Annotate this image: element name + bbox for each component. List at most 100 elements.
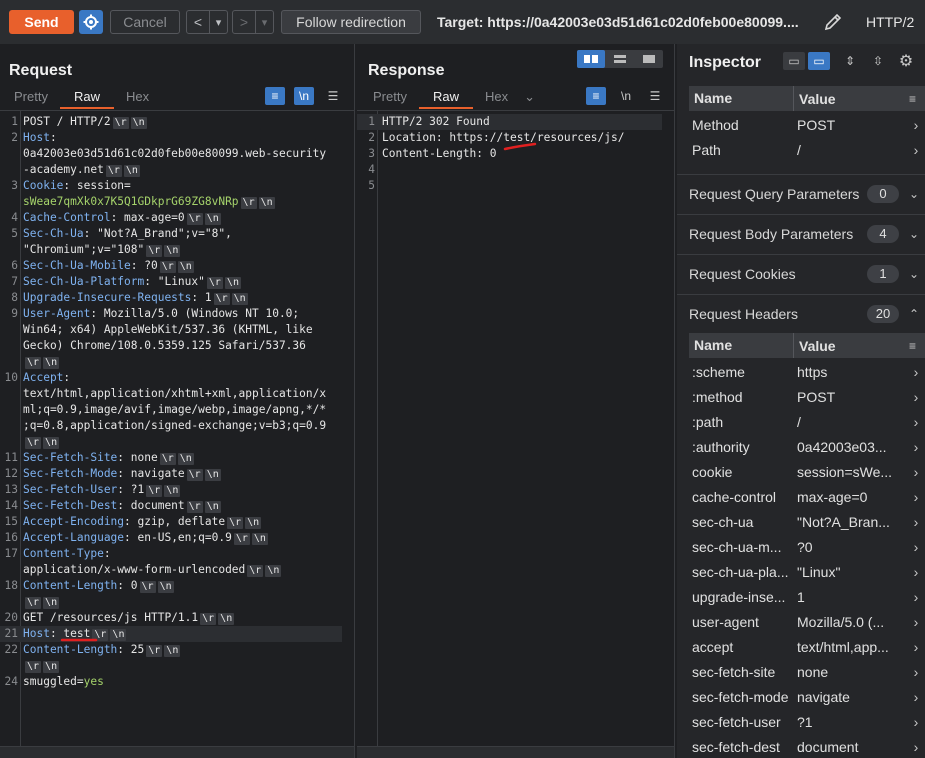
tab-raw[interactable]: Raw <box>59 89 114 109</box>
layout-stacked-icon[interactable] <box>605 50 634 68</box>
header-row[interactable]: sec-fetch-site none › <box>689 659 925 684</box>
chevron-right-icon[interactable]: › <box>909 439 923 455</box>
tab-pretty[interactable]: Pretty <box>2 89 60 109</box>
send-button[interactable]: Send <box>9 10 74 34</box>
header-row[interactable]: sec-fetch-dest document › <box>689 734 925 758</box>
crlf-marker: \r <box>200 613 217 625</box>
header-row[interactable]: sec-ch-ua "Not?A_Bran... › <box>689 509 925 534</box>
header-row[interactable]: cookie session=sWe... › <box>689 459 925 484</box>
chevron-right-icon[interactable]: › <box>909 514 923 530</box>
line-number: 24 <box>4 675 18 688</box>
back-dropdown[interactable]: ▾ <box>209 11 227 33</box>
attribute-row[interactable]: Path / › <box>689 137 925 162</box>
code-line: 3 Cookie: session= <box>0 178 342 194</box>
line-text: : en-US,en;q=0.9 <box>124 531 232 544</box>
forward-button[interactable]: > <box>233 11 255 33</box>
edit-target-icon[interactable] <box>822 11 844 33</box>
crlf-marker: \r <box>159 453 176 465</box>
chevron-right-icon[interactable]: › <box>909 142 923 158</box>
response-editor[interactable]: 1 HTTP/2 302 Found 2 Location: https://test… <box>357 110 674 746</box>
chevron-right-icon[interactable]: › <box>909 564 923 580</box>
cancel-button[interactable]: Cancel <box>110 10 180 34</box>
protocol-label[interactable]: HTTP/2 <box>866 14 914 30</box>
chevron-right-icon[interactable]: › <box>909 389 923 405</box>
settings-button[interactable] <box>79 10 103 34</box>
chevron-right-icon[interactable]: › <box>909 464 923 480</box>
column-menu-icon[interactable]: ≡ <box>909 92 925 106</box>
chevron-down-icon[interactable]: ⌄ <box>909 267 925 281</box>
line-text: text/html,application/xhtml+xml,applicat… <box>23 387 327 400</box>
chevron-down-icon[interactable]: ⌄ <box>909 187 925 201</box>
tab-pretty[interactable]: Pretty <box>361 89 419 109</box>
line-number: 14 <box>4 499 18 512</box>
expand-all-icon[interactable]: ⇕ <box>839 52 861 70</box>
chevron-right-icon[interactable]: › <box>909 739 923 755</box>
code-line: \r \n <box>0 434 342 450</box>
tab-raw[interactable]: Raw <box>418 89 473 109</box>
back-button[interactable]: < <box>187 11 209 33</box>
menu-icon[interactable]: ☰ <box>645 87 665 105</box>
layout-split-icon[interactable] <box>577 50 605 68</box>
crlf-marker: \r <box>247 565 264 577</box>
chevron-right-icon[interactable]: › <box>909 589 923 605</box>
chevron-right-icon[interactable]: › <box>909 639 923 655</box>
forward-dropdown[interactable]: ▾ <box>255 11 273 33</box>
header-row[interactable]: accept text/html,app... › <box>689 634 925 659</box>
inspector-layout-right-icon[interactable]: ▭ <box>808 52 830 70</box>
header-row[interactable]: user-agent Mozilla/5.0 (... › <box>689 609 925 634</box>
header-row[interactable]: sec-ch-ua-pla... "Linux" › <box>689 559 925 584</box>
chevron-right-icon[interactable]: › <box>909 414 923 430</box>
chevron-right-icon[interactable]: › <box>909 364 923 380</box>
header-name: Content-Length <box>23 643 118 656</box>
header-row[interactable]: sec-fetch-mode navigate › <box>689 684 925 709</box>
wrap-lines-icon[interactable]: ≡ <box>265 87 285 105</box>
attribute-row[interactable]: Method POST › <box>689 112 925 137</box>
chevron-right-icon[interactable]: › <box>909 614 923 630</box>
header-row[interactable]: upgrade-inse... 1 › <box>689 584 925 609</box>
gear-icon[interactable]: ⚙ <box>895 52 917 70</box>
column-menu-icon[interactable]: ≡ <box>909 339 925 353</box>
chevron-right-icon[interactable]: › <box>909 689 923 705</box>
line-text: : navigate <box>117 467 185 480</box>
request-editor[interactable]: 1 POST / HTTP/2 \r \n 2 Host: 0a42003e03d51d61… <box>0 110 354 746</box>
line-content: Content-Length: 25 \r \n <box>23 642 181 658</box>
header-row[interactable]: sec-fetch-user ?1 › <box>689 709 925 734</box>
header-row[interactable]: :authority 0a42003e03... › <box>689 434 925 459</box>
chevron-right-icon[interactable]: › <box>909 539 923 555</box>
section-request-body-parameters[interactable]: Request Body Parameters 4 ⌄ <box>677 214 925 252</box>
collapse-all-icon[interactable]: ⇳ <box>867 52 889 70</box>
section-request-headers[interactable]: Request Headers 20 ⌃ <box>677 294 925 332</box>
tab-hex[interactable]: Hex <box>114 89 161 109</box>
section-request-cookies[interactable]: Request Cookies 1 ⌄ <box>677 254 925 292</box>
chevron-down-icon[interactable]: ⌄ <box>520 89 539 109</box>
menu-icon[interactable]: ☰ <box>323 87 343 105</box>
follow-redirection-button[interactable]: Follow redirection <box>281 10 421 34</box>
tab-hex[interactable]: Hex <box>473 89 520 109</box>
line-content: Sec-Ch-Ua-Platform: "Linux" \r \n <box>23 274 241 290</box>
header-row[interactable]: sec-ch-ua-m... ?0 › <box>689 534 925 559</box>
chevron-down-icon[interactable]: ⌄ <box>909 227 925 241</box>
header-value: session=sWe... <box>797 463 893 480</box>
chevron-right-icon[interactable]: › <box>909 664 923 680</box>
chevron-right-icon[interactable]: › <box>909 489 923 505</box>
header-row[interactable]: :method POST › <box>689 384 925 409</box>
layout-single-icon[interactable] <box>634 50 663 68</box>
crlf-marker: \r <box>25 597 42 609</box>
show-newlines-icon[interactable]: \n <box>294 87 314 105</box>
header-row[interactable]: :scheme https › <box>689 359 925 384</box>
code-line: application/x-www-form-urlencoded \r \n <box>0 562 342 578</box>
chevron-up-icon[interactable]: ⌃ <box>909 307 925 321</box>
wrap-lines-icon[interactable]: ≡ <box>586 87 606 105</box>
line-content: HTTP/2 302 Found <box>382 115 490 128</box>
section-request-query-parameters[interactable]: Request Query Parameters 0 ⌄ <box>677 174 925 212</box>
chevron-right-icon[interactable]: › <box>909 117 923 133</box>
crlf-marker: \n <box>204 213 221 225</box>
header-row[interactable]: :path / › <box>689 409 925 434</box>
inspector-layout-left-icon[interactable]: ▭ <box>783 52 805 70</box>
header-name: Sec-Fetch-Site <box>23 451 118 464</box>
chevron-right-icon[interactable]: › <box>909 714 923 730</box>
line-content: -academy.net \r \n <box>23 162 140 178</box>
show-newlines-icon[interactable]: \n <box>616 87 636 105</box>
header-row[interactable]: cache-control max-age=0 › <box>689 484 925 509</box>
header-name: Content-Type <box>23 547 104 560</box>
